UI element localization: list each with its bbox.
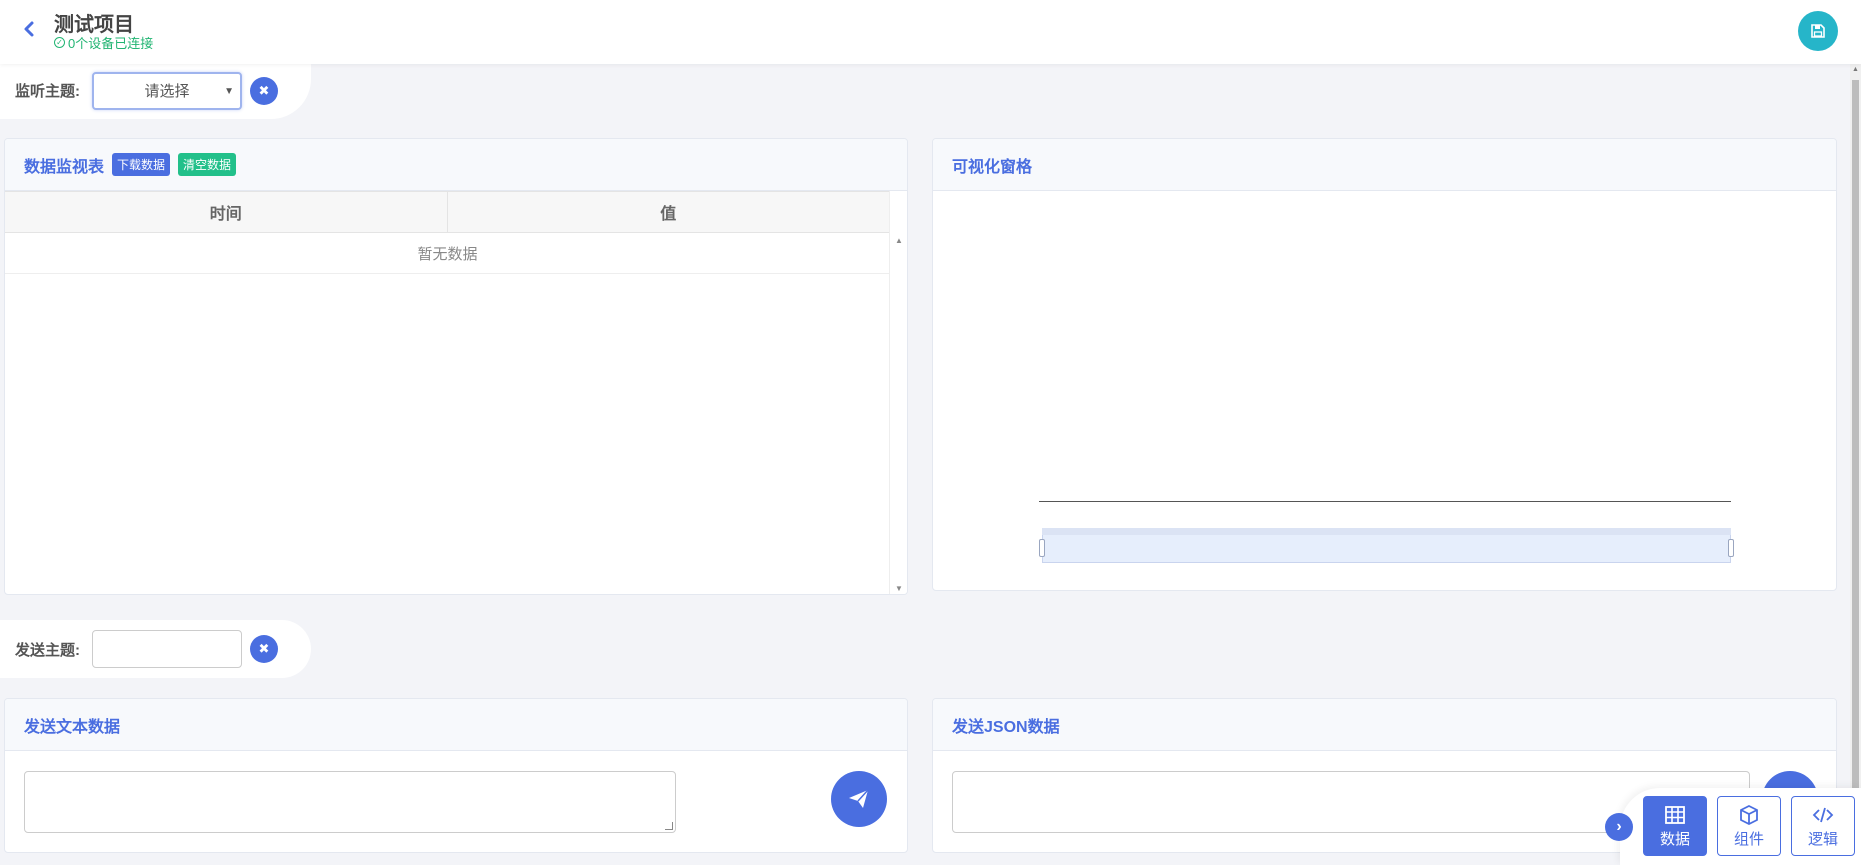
listen-topic-clear-button[interactable]: ✖ <box>250 76 278 105</box>
zoom-handle-right[interactable] <box>1728 539 1734 557</box>
data-table: 时间 值 暂无数据 ▲ ▼ <box>5 191 907 594</box>
chevron-left-icon <box>24 21 34 37</box>
scroll-up-icon[interactable]: ▲ <box>895 236 903 245</box>
visualization-canvas <box>933 191 1836 590</box>
toolbar-collapse-button[interactable]: › <box>1605 813 1633 841</box>
close-icon: ✖ <box>258 641 270 656</box>
check-circle-icon: ✓ <box>54 37 65 48</box>
page-scrollbar[interactable]: ▲ <box>1850 64 1861 865</box>
toolbar-component-label: 组件 <box>1733 830 1764 848</box>
cube-icon <box>1740 804 1758 825</box>
listen-topic-select-value: 请选择 <box>144 83 190 100</box>
scrollbar-thumb[interactable] <box>1852 80 1859 850</box>
send-topic-input[interactable] <box>92 630 242 668</box>
visualization-header: 可视化窗格 <box>933 139 1836 191</box>
data-monitor-header: 数据监视表 下载数据 清空数据 <box>5 139 907 191</box>
send-topic-label: 发送主题: <box>15 641 80 659</box>
column-header-time[interactable]: 时间 <box>5 192 448 232</box>
data-monitor-title: 数据监视表 <box>24 158 105 176</box>
download-data-button[interactable]: 下载数据 <box>112 153 171 176</box>
zoom-handle-left[interactable] <box>1039 539 1045 557</box>
column-header-value[interactable]: 值 <box>448 192 890 232</box>
toolbar-component-button[interactable]: 组件 <box>1717 796 1781 856</box>
top-header: 测试项目 ✓ 0个设备已连接 <box>0 0 1861 64</box>
device-status: ✓ 0个设备已连接 <box>54 33 153 52</box>
resize-grip-icon[interactable] <box>665 822 673 830</box>
table-header: 时间 值 <box>5 191 890 233</box>
toolbar-data-button[interactable]: 数据 <box>1643 796 1707 856</box>
data-monitor-panel: 数据监视表 下载数据 清空数据 时间 值 暂无数据 ▲ ▼ <box>4 138 908 595</box>
chevron-right-icon: › <box>1616 818 1622 835</box>
visualization-title: 可视化窗格 <box>952 158 1033 176</box>
paper-plane-icon <box>849 789 869 808</box>
scroll-up-icon[interactable]: ▲ <box>1852 66 1859 73</box>
send-json-title: 发送JSON数据 <box>952 718 1060 736</box>
listen-topic-label: 监听主题: <box>15 83 80 100</box>
scroll-down-icon[interactable]: ▼ <box>895 584 903 593</box>
listen-topic-bar: 监听主题: 请选择 ▼ ✖ <box>0 62 311 119</box>
caret-down-icon: ▼ <box>224 85 234 97</box>
send-text-title: 发送文本数据 <box>24 718 121 736</box>
table-icon <box>1665 805 1685 824</box>
toolbar-data-label: 数据 <box>1659 830 1690 848</box>
back-button[interactable] <box>18 18 40 40</box>
clear-data-button[interactable]: 清空数据 <box>178 153 237 176</box>
close-icon: ✖ <box>258 82 270 98</box>
data-zoom-track <box>1042 528 1731 535</box>
table-scrollbar[interactable]: ▲ ▼ <box>889 191 907 594</box>
save-icon <box>1811 24 1825 38</box>
toolbar-logic-button[interactable]: 逻辑 <box>1791 796 1855 856</box>
save-button[interactable] <box>1798 11 1838 51</box>
visualization-panel: 可视化窗格 <box>932 138 1837 591</box>
send-text-panel: 发送文本数据 <box>4 698 908 853</box>
send-text-header: 发送文本数据 <box>5 699 907 751</box>
empty-text: 暂无数据 <box>5 233 890 274</box>
toolbar-logic-label: 逻辑 <box>1807 830 1838 848</box>
send-topic-clear-button[interactable]: ✖ <box>250 635 278 663</box>
x-axis-line <box>1039 501 1731 502</box>
send-topic-bar: 发送主题: ✖ <box>0 620 311 678</box>
device-status-text: 0个设备已连接 <box>68 36 154 51</box>
code-icon <box>1812 807 1834 822</box>
listen-topic-select[interactable]: 请选择 ▼ <box>92 71 242 110</box>
send-json-header: 发送JSON数据 <box>933 699 1836 751</box>
send-text-button[interactable] <box>831 771 887 827</box>
send-text-textarea[interactable] <box>24 771 676 833</box>
